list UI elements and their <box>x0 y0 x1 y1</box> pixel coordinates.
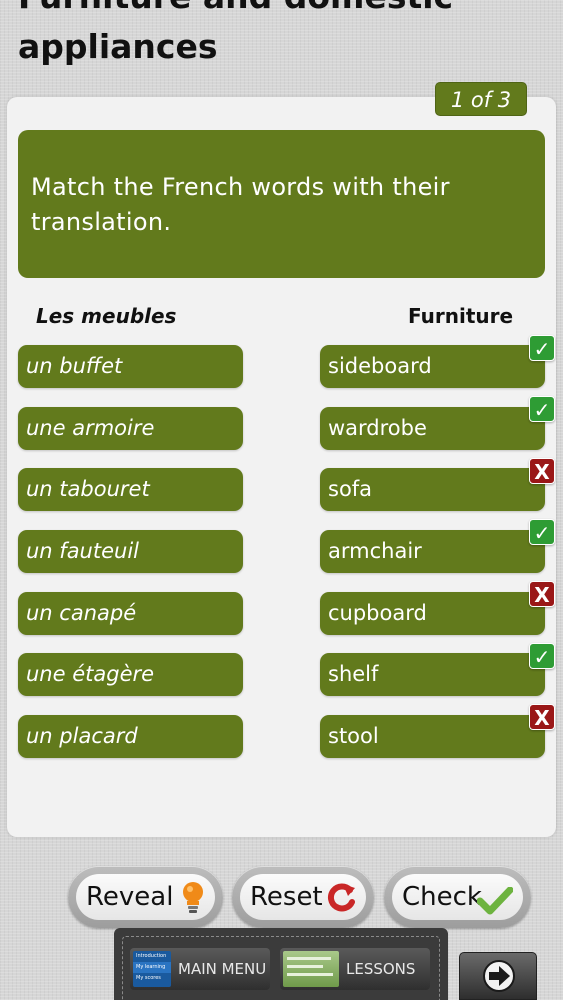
arrow-right-icon <box>482 959 516 997</box>
main-menu-thumbnail: Introduction My learning My scores <box>133 951 171 987</box>
check-icon: ✓ <box>529 396 555 422</box>
lessons-button[interactable]: LESSONS <box>280 948 430 990</box>
main-menu-button[interactable]: Introduction My learning My scores MAIN … <box>130 948 270 990</box>
french-word[interactable]: une armoire <box>18 407 243 450</box>
check-icon: ✓ <box>529 643 555 669</box>
french-word[interactable]: un fauteuil <box>18 530 243 573</box>
english-word[interactable]: armchair <box>320 530 545 573</box>
french-word[interactable]: un tabouret <box>18 468 243 511</box>
reset-arrow-icon <box>326 882 356 929</box>
english-word[interactable]: stool <box>320 715 545 758</box>
thumb-line: My learning <box>133 962 171 973</box>
column-header-french: Les meubles <box>36 304 177 328</box>
french-word[interactable]: un canapé <box>18 592 243 635</box>
check-button-label: Check <box>402 882 482 912</box>
reveal-button[interactable]: Reveal <box>68 866 223 928</box>
instruction-box: Match the French words with their transl… <box>18 130 545 278</box>
main-menu-label: MAIN MENU <box>178 960 267 978</box>
x-icon: X <box>529 581 555 607</box>
page-title: Furniture and domestic appliances <box>18 0 453 66</box>
english-word[interactable]: wardrobe <box>320 407 545 450</box>
next-button[interactable] <box>459 952 537 1000</box>
x-icon: X <box>529 704 555 730</box>
reset-button-label: Reset <box>250 882 323 912</box>
bottom-navigation: Introduction My learning My scores MAIN … <box>114 928 448 1000</box>
english-word[interactable]: shelf <box>320 653 545 696</box>
thumb-line: Introduction <box>136 953 167 959</box>
check-icon: ✓ <box>529 335 555 361</box>
column-header-english: Furniture <box>408 304 514 328</box>
lightbulb-icon <box>181 880 205 931</box>
reveal-button-label: Reveal <box>86 882 174 912</box>
lessons-thumbnail <box>283 951 339 987</box>
reset-button[interactable]: Reset <box>232 866 374 928</box>
french-word[interactable]: un placard <box>18 715 243 758</box>
check-icon: ✓ <box>529 519 555 545</box>
checkmark-icon <box>476 884 514 930</box>
english-word[interactable]: cupboard <box>320 592 545 635</box>
check-button[interactable]: Check <box>384 866 531 928</box>
english-word[interactable]: sideboard <box>320 345 545 388</box>
thumb-line: My scores <box>136 975 161 981</box>
french-word[interactable]: un buffet <box>18 345 243 388</box>
x-icon: X <box>529 458 555 484</box>
english-word[interactable]: sofa <box>320 468 545 511</box>
page-indicator: 1 of 3 <box>435 82 527 116</box>
lessons-label: LESSONS <box>346 960 416 978</box>
french-word[interactable]: une étagère <box>18 653 243 696</box>
